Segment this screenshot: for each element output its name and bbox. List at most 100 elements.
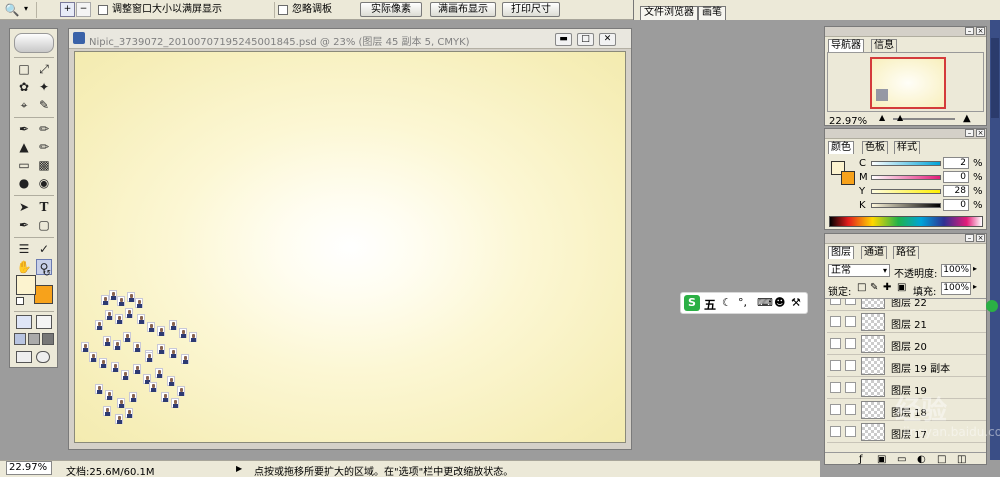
slider-c[interactable]: [871, 161, 941, 166]
tab-layers[interactable]: 图层: [828, 246, 854, 259]
eraser-icon[interactable]: ▭: [16, 157, 32, 173]
shape-icon[interactable]: ▢: [36, 217, 52, 233]
blur-icon[interactable]: ●: [16, 175, 32, 191]
app-logo-icon[interactable]: [14, 33, 54, 53]
ime-mode-label[interactable]: 五: [704, 296, 716, 313]
field-m[interactable]: 0: [943, 171, 969, 183]
field-c[interactable]: 2: [943, 157, 969, 169]
image-canvas[interactable]: [74, 51, 626, 443]
crop-icon[interactable]: ⌖: [16, 97, 32, 113]
healing-brush-icon[interactable]: ✒: [16, 121, 32, 137]
visibility-icon[interactable]: [830, 404, 841, 415]
swap-colors-icon[interactable]: ↺: [42, 269, 52, 279]
field-y[interactable]: 28: [943, 185, 969, 197]
brush-icon[interactable]: ✏: [36, 121, 52, 137]
lasso-icon[interactable]: ✿: [16, 79, 32, 95]
doc-size-text[interactable]: 文档:25.6M/60.1M: [66, 463, 155, 477]
fill-arrow-icon[interactable]: ▸: [973, 282, 977, 291]
tab-color[interactable]: 颜色: [828, 141, 854, 154]
slider-k[interactable]: [871, 203, 941, 208]
dodge-icon[interactable]: ◉: [36, 175, 52, 191]
tool-preset-arrow-icon[interactable]: ▾: [24, 3, 28, 15]
link-icon[interactable]: [845, 316, 856, 327]
maximize-button[interactable]: □: [577, 33, 594, 46]
blend-mode-select[interactable]: 正常 ▾: [828, 264, 890, 277]
default-colors-icon[interactable]: [16, 297, 24, 305]
visibility-icon[interactable]: [830, 426, 841, 437]
color-background-swatch[interactable]: [841, 171, 855, 185]
tab-info[interactable]: 信息: [871, 39, 897, 52]
path-select-icon[interactable]: ➤: [16, 199, 32, 215]
actual-pixels-button[interactable]: 实际像素: [360, 2, 422, 17]
panel-close-icon[interactable]: ×: [976, 27, 985, 35]
jump-to-imageready-icon[interactable]: [16, 351, 32, 363]
fit-on-screen-button[interactable]: 满画布显示: [430, 2, 496, 17]
tab-paths[interactable]: 路径: [893, 246, 919, 259]
marquee-icon[interactable]: □: [16, 61, 32, 77]
user-icon[interactable]: ☻: [774, 296, 785, 309]
layer-row[interactable]: 图层 19 副本: [827, 355, 986, 377]
link-icon[interactable]: [845, 404, 856, 415]
pen-icon[interactable]: ✒: [16, 217, 32, 233]
panel-minimize-icon[interactable]: –: [965, 129, 974, 137]
panel-header[interactable]: – ×: [825, 234, 986, 244]
link-icon[interactable]: [845, 360, 856, 371]
zoom-out-icon[interactable]: −: [76, 2, 91, 17]
zoom-out-small-icon[interactable]: ▲: [879, 113, 885, 122]
link-icon[interactable]: [845, 299, 856, 305]
link-icon[interactable]: [845, 426, 856, 437]
zoom-slider-thumb[interactable]: ▲: [897, 113, 903, 122]
hand-icon[interactable]: ✋: [16, 259, 32, 275]
screen-mode-full-menu-icon[interactable]: [28, 333, 40, 345]
status-arrow-icon[interactable]: ▶: [236, 464, 242, 473]
link-icon[interactable]: [845, 338, 856, 349]
visibility-icon[interactable]: [830, 360, 841, 371]
tab-file-browser[interactable]: 文件浏览器: [640, 6, 698, 20]
panel-minimize-icon[interactable]: –: [965, 27, 974, 35]
quick-mask-icon[interactable]: [36, 315, 52, 329]
type-icon[interactable]: T: [36, 199, 52, 215]
move-icon[interactable]: ⤢: [36, 61, 52, 77]
gradient-icon[interactable]: ▩: [36, 157, 52, 173]
tab-styles[interactable]: 样式: [894, 141, 920, 154]
opacity-arrow-icon[interactable]: ▸: [973, 264, 977, 273]
panel-close-icon[interactable]: ×: [976, 234, 985, 242]
lock-brush-icon[interactable]: ✎: [870, 282, 878, 293]
slice-icon[interactable]: ✎: [36, 97, 52, 113]
visibility-icon[interactable]: [830, 299, 841, 305]
link-icon[interactable]: [845, 382, 856, 393]
notes-icon[interactable]: ☰: [16, 241, 32, 257]
moon-icon[interactable]: ☾: [722, 296, 732, 309]
sogou-logo-icon[interactable]: S: [684, 295, 700, 311]
ignore-palettes-checkbox[interactable]: [278, 5, 288, 15]
color-spectrum-ramp[interactable]: [829, 216, 983, 227]
layer-style-icon[interactable]: ƒ: [859, 454, 863, 464]
layer-row[interactable]: 图层 22: [827, 299, 986, 311]
imageready-icon[interactable]: [36, 351, 50, 363]
zoom-in-icon[interactable]: +: [60, 2, 75, 17]
standard-mode-icon[interactable]: [16, 315, 32, 329]
fill-field[interactable]: 100%: [941, 282, 971, 295]
tab-swatches[interactable]: 色板: [862, 141, 888, 154]
visibility-icon[interactable]: [830, 338, 841, 349]
screen-mode-standard-icon[interactable]: [14, 333, 26, 345]
panel-header[interactable]: – ×: [825, 27, 986, 37]
visibility-icon[interactable]: [830, 382, 841, 393]
new-group-icon[interactable]: ▭: [897, 454, 906, 464]
lock-transparency-icon[interactable]: □: [857, 282, 866, 293]
navigator-preview[interactable]: [870, 57, 946, 109]
magic-wand-icon[interactable]: ✦: [36, 79, 52, 95]
foreground-color-swatch[interactable]: [16, 275, 36, 295]
ime-toolbar[interactable]: S 五 ☾ °, ⌨ ☻ ⚒: [680, 292, 808, 314]
screen-mode-full-icon[interactable]: [42, 333, 54, 345]
lock-move-icon[interactable]: ✚: [883, 282, 891, 293]
zoom-in-small-icon[interactable]: ▲: [963, 113, 971, 124]
tab-brushes[interactable]: 画笔: [698, 6, 726, 20]
document-title-bar[interactable]: Nipic_3739072_20100707195245001845.psd @…: [69, 29, 631, 49]
visibility-icon[interactable]: [830, 316, 841, 327]
slider-y[interactable]: [871, 189, 941, 194]
slider-m[interactable]: [871, 175, 941, 180]
lock-all-icon[interactable]: ▣: [897, 282, 906, 293]
layer-mask-icon[interactable]: ▣: [877, 454, 886, 464]
layer-row[interactable]: 图层 21: [827, 311, 986, 333]
